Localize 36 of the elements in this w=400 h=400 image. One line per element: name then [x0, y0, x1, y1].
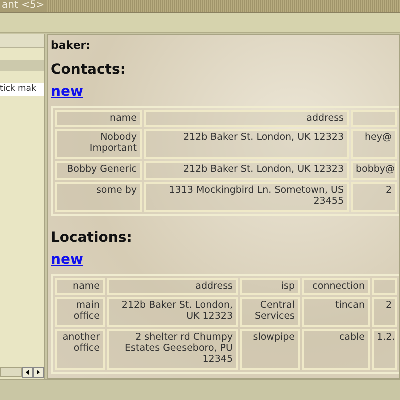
table-cell: 1313 Mockingbird Ln. Sometown, US 23455	[144, 182, 349, 212]
table-cell: slowpipe	[240, 329, 300, 370]
column-header: address	[144, 110, 349, 127]
new-link[interactable]: new	[51, 84, 84, 100]
column-header: name	[55, 278, 105, 295]
table-cell: Central Services	[240, 297, 300, 327]
section-heading: Locations:	[51, 230, 134, 246]
table-cell: 212b Baker St. London, UK 12323	[144, 129, 349, 159]
table-cell: another office	[55, 329, 105, 370]
table-cell: tincan	[302, 297, 370, 327]
table-cell: 2	[351, 182, 397, 212]
column-header: isp	[240, 278, 300, 295]
table-cell: main office	[55, 297, 105, 327]
table-cell: Nobody Important	[55, 129, 142, 159]
column-header: connection	[302, 278, 370, 295]
column-header: name	[55, 110, 142, 127]
column-header	[372, 278, 397, 295]
table-cell: hey@	[351, 129, 397, 159]
table-cell: some by	[55, 182, 142, 212]
column-header: address	[107, 278, 238, 295]
table-cell: 1.2.	[372, 329, 397, 370]
table-cell: Bobby Generic	[55, 161, 142, 180]
user-label: baker:	[51, 39, 92, 52]
window-title: ant <5>	[0, 0, 47, 12]
scroll-left-icon[interactable]	[22, 367, 33, 378]
column-header	[351, 110, 397, 127]
scroll-right-icon[interactable]	[33, 367, 44, 378]
table-cell: cable	[302, 329, 370, 370]
table-cell: bobby@	[351, 161, 397, 180]
table-cell: 212b Baker St. London, UK 12323	[107, 297, 238, 327]
section-heading: Contacts:	[51, 62, 127, 78]
sidebar-item[interactable]: tick mak	[0, 83, 44, 96]
table-cell: 2 shelter rd Chumpy Estates Geeseboro, PU 12345	[107, 329, 238, 370]
table-cell: 212b Baker St. London, UK 12323	[144, 161, 349, 180]
new-link[interactable]: new	[51, 252, 84, 268]
table-cell: 2	[372, 297, 397, 327]
